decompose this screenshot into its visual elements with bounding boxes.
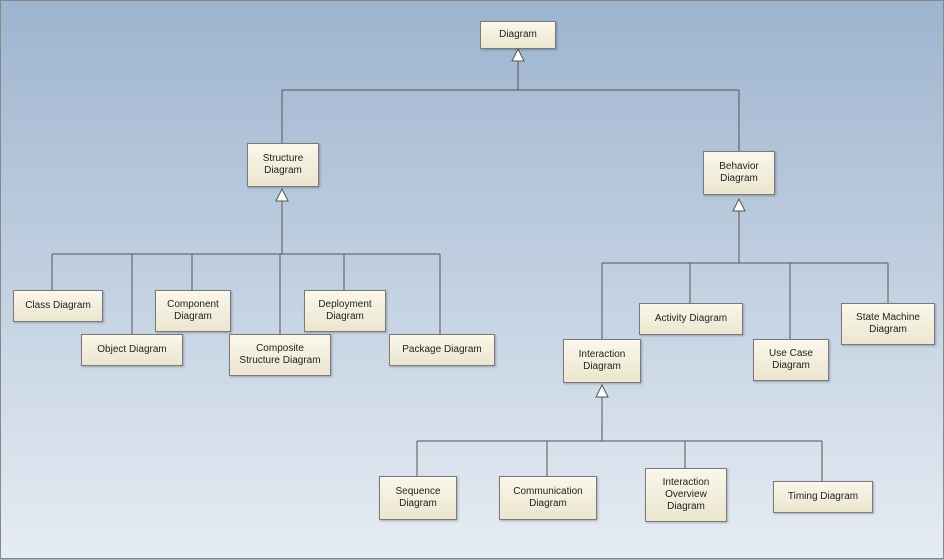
node-label: Diagram: [499, 29, 537, 41]
node-label: Activity Diagram: [655, 313, 727, 325]
node-activity-diagram: Activity Diagram: [639, 303, 743, 335]
node-communication-diagram: CommunicationDiagram: [499, 476, 597, 520]
node-use-case-diagram: Use CaseDiagram: [753, 339, 829, 381]
node-package-diagram: Package Diagram: [389, 334, 495, 366]
node-label: Class Diagram: [25, 300, 91, 312]
node-interaction-overview-diagram: InteractionOverviewDiagram: [645, 468, 727, 522]
node-behavior-diagram: BehaviorDiagram: [703, 151, 775, 195]
node-label: InteractionOverviewDiagram: [663, 477, 710, 513]
node-diagram: Diagram: [480, 21, 556, 49]
node-class-diagram: Class Diagram: [13, 290, 103, 322]
node-label: BehaviorDiagram: [719, 161, 758, 185]
node-label: Use CaseDiagram: [769, 348, 813, 372]
edge-layer: [1, 1, 944, 560]
node-label: State MachineDiagram: [856, 312, 920, 336]
node-label: Object Diagram: [97, 344, 166, 356]
node-sequence-diagram: SequenceDiagram: [379, 476, 457, 520]
node-label: ComponentDiagram: [167, 299, 219, 323]
node-component-diagram: ComponentDiagram: [155, 290, 231, 332]
node-label: SequenceDiagram: [395, 486, 440, 510]
node-label: Timing Diagram: [788, 491, 858, 503]
node-deployment-diagram: DeploymentDiagram: [304, 290, 386, 332]
node-structure-diagram: StructureDiagram: [247, 143, 319, 187]
node-label: DeploymentDiagram: [318, 299, 371, 323]
node-timing-diagram: Timing Diagram: [773, 481, 873, 513]
node-label: Package Diagram: [402, 344, 481, 356]
node-label: CompositeStructure Diagram: [239, 343, 320, 367]
node-state-machine-diagram: State MachineDiagram: [841, 303, 935, 345]
node-interaction-diagram: InteractionDiagram: [563, 339, 641, 383]
node-composite-structure-diagram: CompositeStructure Diagram: [229, 334, 331, 376]
node-label: StructureDiagram: [263, 153, 304, 177]
node-label: CommunicationDiagram: [513, 486, 582, 510]
node-label: InteractionDiagram: [579, 349, 626, 373]
node-object-diagram: Object Diagram: [81, 334, 183, 366]
